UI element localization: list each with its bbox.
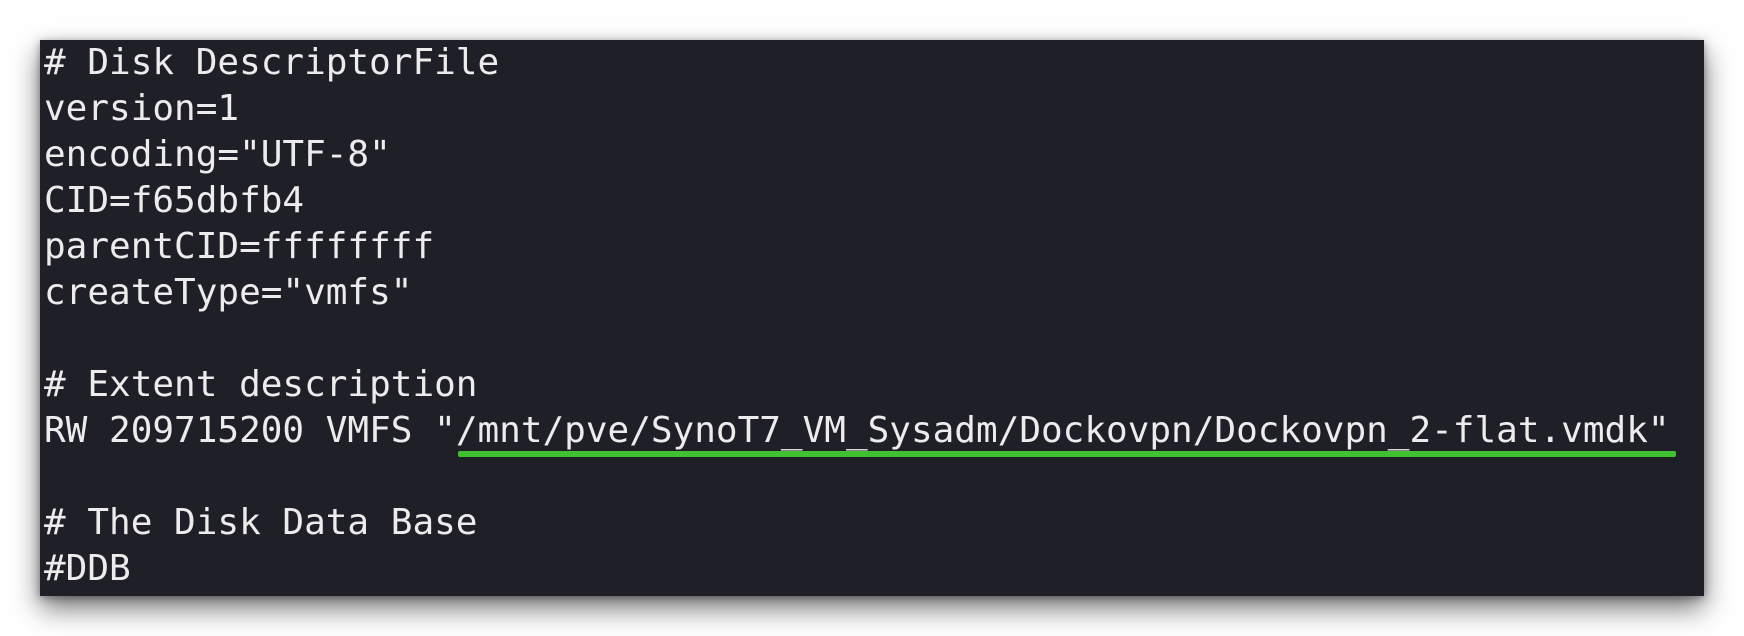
ddb-line: #DDB [44,548,131,589]
terminal-window: # Disk DescriptorFile version=1 encoding… [40,40,1704,596]
extent-suffix: " [1647,410,1670,451]
extent-line: RW 209715200 VMFS "/mnt/pve/SynoT7_VM_Sy… [44,408,1670,454]
parent-cid-line: parentCID=ffffffff [44,226,435,267]
create-type-line: createType="vmfs" [44,272,413,313]
encoding-line: encoding="UTF-8" [44,134,391,175]
path-highlight-underline [458,451,1676,457]
comment-line-extent-description: # Extent description [44,364,478,405]
extent-path: /mnt/pve/SynoT7_VM_Sysadm/Dockovpn/Docko… [455,410,1648,451]
cid-line: CID=f65dbfb4 [44,180,305,221]
version-line: version=1 [44,88,240,129]
comment-line-disk-descriptor: # Disk DescriptorFile [44,42,500,83]
screenshot-canvas: # Disk DescriptorFile version=1 encoding… [0,0,1744,636]
comment-line-disk-data-base: # The Disk Data Base [44,502,478,543]
extent-prefix: RW 209715200 VMFS " [44,410,456,451]
